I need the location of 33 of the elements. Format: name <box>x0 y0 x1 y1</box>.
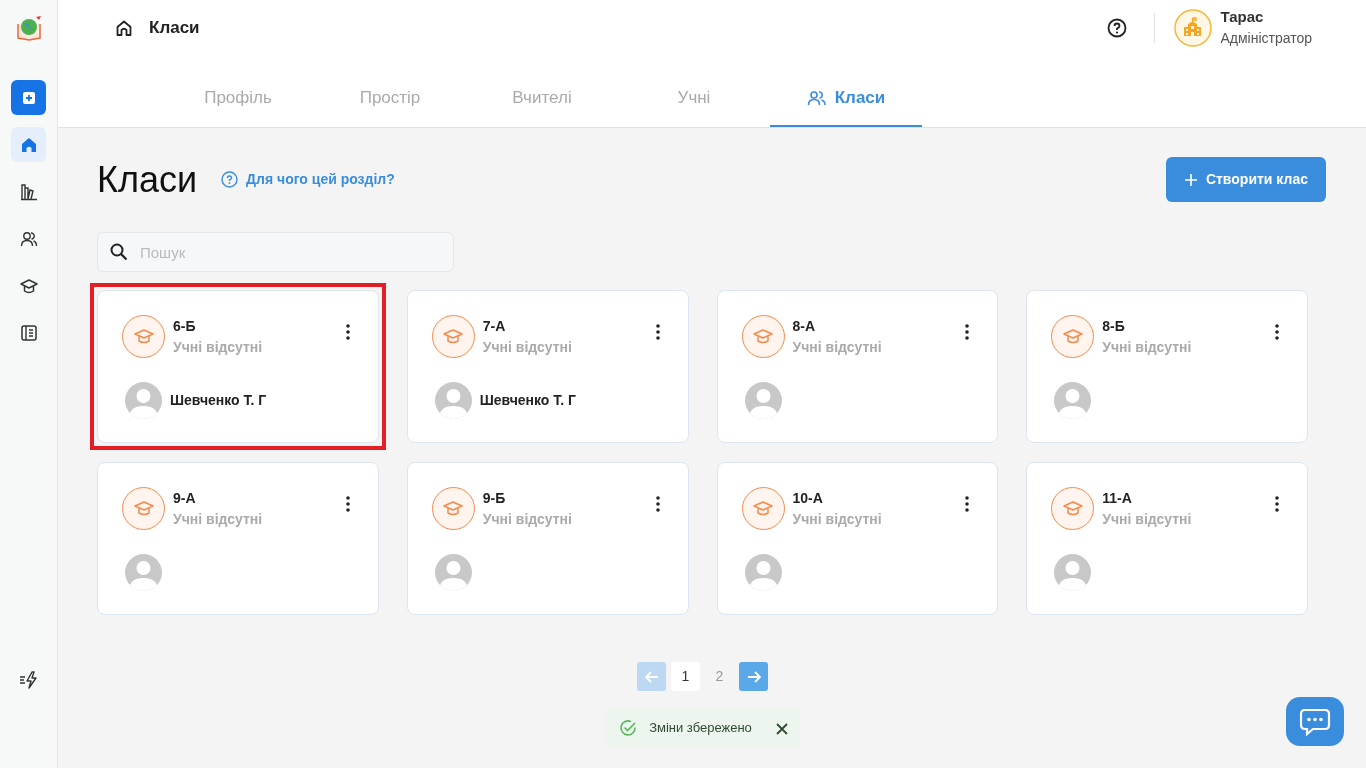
class-name: 8-А <box>792 316 817 336</box>
toast-message: Зміни збережено <box>649 719 752 738</box>
class-name: 6-Б <box>173 316 197 336</box>
search-field[interactable]: Пошук <box>97 232 454 272</box>
class-name: 8-Б <box>1102 316 1126 336</box>
user-name: Тарас <box>1220 6 1265 27</box>
class-card[interactable]: 10-А Учні відсутні <box>716 462 999 615</box>
class-name: 10-А <box>792 488 824 508</box>
class-card[interactable]: 9-Б Учні відсутні <box>406 462 689 615</box>
class-status: Учні відсутні <box>1102 337 1192 357</box>
teacher-name: Шевченко Т. Г <box>170 391 267 410</box>
class-name: 11-А <box>1102 488 1133 508</box>
class-status: Учні відсутні <box>173 337 263 357</box>
class-status: Учні відсутні <box>482 509 572 529</box>
class-status: Учні відсутні <box>792 509 882 529</box>
breadcrumb: Класи <box>149 16 200 39</box>
class-status: Учні відсутні <box>482 337 572 357</box>
class-name: 7-А <box>482 316 507 336</box>
class-card[interactable]: 8-Б Учні відсутні <box>1026 290 1308 443</box>
class-name: 9-Б <box>482 488 507 508</box>
user-role: Адміністратор <box>1220 29 1312 49</box>
class-card[interactable]: 11-А Учні відсутні <box>1026 462 1308 615</box>
teacher-name: Шевченко Т. Г <box>479 391 576 410</box>
class-status: Учні відсутні <box>1102 509 1192 529</box>
class-card[interactable]: 9-А Учні відсутні <box>97 462 379 615</box>
class-status: Учні відсутні <box>792 337 882 357</box>
class-status: Учні відсутні <box>173 509 263 529</box>
class-card[interactable]: 6-Б Учні відсутні Шевченко Т. Г <box>97 290 379 443</box>
page-title: Класи <box>97 157 198 202</box>
page-button[interactable]: 1 <box>671 662 700 691</box>
class-name: 9-А <box>173 488 197 508</box>
class-card[interactable]: 7-А Учні відсутні Шевченко Т. Г <box>406 290 689 443</box>
class-card[interactable]: 8-А Учні відсутні <box>716 290 999 443</box>
